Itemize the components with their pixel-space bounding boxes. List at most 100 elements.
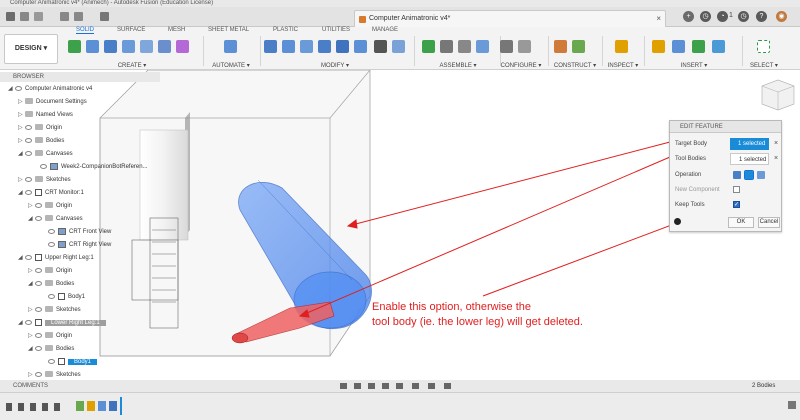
new-component-checkbox[interactable]: [733, 186, 740, 193]
eye-icon[interactable]: [15, 85, 22, 91]
eye-icon[interactable]: [35, 332, 42, 338]
tree-item-origin[interactable]: ▷ Origin: [18, 122, 62, 134]
tree-item-crt-right-view[interactable]: CRT Right View: [48, 239, 111, 251]
ok-button[interactable]: OK: [728, 217, 754, 228]
tab-utilities[interactable]: UTILITIES: [322, 27, 350, 33]
insert-plus-icon[interactable]: [692, 40, 705, 53]
eye-icon[interactable]: [35, 267, 42, 273]
shell-icon[interactable]: [318, 40, 331, 53]
eye-icon[interactable]: [25, 176, 32, 182]
eye-icon[interactable]: [48, 293, 55, 299]
tab-sheet-metal[interactable]: SHEET METAL: [208, 27, 249, 33]
midplane-icon[interactable]: [572, 40, 585, 53]
timeline-feature-icon[interactable]: [109, 401, 117, 411]
join-icon[interactable]: [733, 171, 741, 179]
eye-icon[interactable]: [25, 189, 32, 195]
tree-item-sketches[interactable]: ▷ Sketches: [18, 174, 71, 186]
timeline-back-icon[interactable]: [18, 403, 24, 411]
undo-icon[interactable]: [60, 12, 69, 21]
automate-group-label[interactable]: AUTOMATE ▾: [205, 62, 257, 69]
insert-canvas-icon[interactable]: [712, 40, 725, 53]
clear-tool-icon[interactable]: ×: [774, 153, 778, 165]
grid-settings-icon[interactable]: [428, 383, 435, 389]
workspace-switcher-button[interactable]: DESIGN ▾: [4, 34, 58, 64]
configure-table-icon[interactable]: [500, 40, 513, 53]
dialog-title[interactable]: EDIT FEATURE: [670, 121, 781, 133]
timeline-play-icon[interactable]: [30, 403, 36, 411]
tree-item-upper-body1[interactable]: Body1: [48, 291, 85, 303]
create-sketch-icon[interactable]: [86, 40, 99, 53]
configure-rule-icon[interactable]: [518, 40, 531, 53]
eye-icon[interactable]: [25, 124, 32, 130]
add-tab-icon[interactable]: +: [683, 11, 694, 22]
tab-manage[interactable]: MANAGE: [372, 27, 398, 33]
fit-icon[interactable]: [396, 383, 403, 389]
new-component-assemble-icon[interactable]: [422, 40, 435, 53]
view-cube[interactable]: [761, 79, 795, 111]
assemble-group-label[interactable]: ASSEMBLE ▾: [418, 62, 498, 69]
cancel-button[interactable]: Cancel: [758, 217, 780, 228]
tree-item-canvas-reference[interactable]: Week2-CompanionBotReferen...: [40, 161, 148, 173]
offset-plane-icon[interactable]: [554, 40, 567, 53]
browser-header[interactable]: BROWSER: [0, 72, 160, 82]
pan-icon[interactable]: [368, 383, 375, 389]
intersect-icon[interactable]: [757, 171, 765, 179]
construct-group-label[interactable]: CONSTRUCT ▾: [550, 62, 600, 69]
tree-item-crt-origin[interactable]: ▷ Origin: [28, 200, 72, 212]
clock-icon[interactable]: ◷: [700, 11, 711, 22]
joint-origin-icon[interactable]: [476, 40, 489, 53]
info-icon[interactable]: [674, 218, 681, 225]
look-at-icon[interactable]: [354, 383, 361, 389]
timeline-start-icon[interactable]: [6, 403, 12, 411]
tree-item-document-settings[interactable]: ▷ Document Settings: [18, 96, 87, 108]
chamfer-icon[interactable]: [300, 40, 313, 53]
orbit-icon[interactable]: [340, 383, 347, 389]
select-icon[interactable]: [757, 40, 770, 53]
notification-icon[interactable]: ◔: [717, 11, 728, 22]
eye-icon[interactable]: [35, 306, 42, 312]
file-icon[interactable]: [20, 12, 29, 21]
tool-bodies-selector[interactable]: 1 selected: [730, 153, 769, 165]
tree-item-lower-right-leg[interactable]: ◢ Lower Right Leg:1: [18, 317, 106, 329]
eye-icon[interactable]: [35, 215, 42, 221]
configure-group-label[interactable]: CONFIGURE ▾: [496, 62, 546, 69]
eye-icon[interactable]: [25, 319, 32, 325]
target-body-selector[interactable]: 1 selected: [730, 138, 769, 150]
eye-icon[interactable]: [48, 228, 55, 234]
tree-item-lower-bodies[interactable]: ◢ Bodies: [28, 343, 74, 355]
redo-icon[interactable]: [74, 12, 83, 21]
tab-solid[interactable]: SOLID: [76, 27, 95, 34]
clear-target-icon[interactable]: ×: [774, 138, 778, 150]
save-icon[interactable]: [34, 12, 43, 21]
automate-icon[interactable]: [224, 40, 237, 53]
scale-icon[interactable]: [354, 40, 367, 53]
timeline-end-icon[interactable]: [54, 403, 60, 411]
tree-item-lower-body1[interactable]: Body1: [48, 356, 98, 368]
create-group-label[interactable]: CREATE ▾: [66, 62, 198, 69]
form-icon[interactable]: [176, 40, 189, 53]
tree-item-root[interactable]: ◢ Computer Animatronic v4: [8, 83, 92, 95]
tree-item-named-views[interactable]: ▷ Named Views: [18, 109, 73, 121]
modify-group-label[interactable]: MODIFY ▾: [262, 62, 408, 69]
fillet-icon[interactable]: [282, 40, 295, 53]
insert-derive-icon[interactable]: [652, 40, 665, 53]
eye-icon[interactable]: [25, 254, 32, 260]
avatar[interactable]: ◉: [776, 11, 787, 22]
tree-item-crt-front-view[interactable]: CRT Front View: [48, 226, 111, 238]
home-icon[interactable]: [100, 12, 109, 21]
help-icon[interactable]: ?: [756, 11, 767, 22]
as-built-joint-icon[interactable]: [458, 40, 471, 53]
inspect-group-label[interactable]: INSPECT ▾: [604, 62, 642, 69]
press-pull-icon[interactable]: [264, 40, 277, 53]
keep-tools-checkbox[interactable]: ✓: [733, 201, 740, 208]
tree-item-upper-right-leg[interactable]: ◢ Upper Right Leg:1: [18, 252, 94, 264]
grid-icon[interactable]: [6, 12, 15, 21]
eye-icon[interactable]: [25, 137, 32, 143]
timeline-forward-icon[interactable]: [42, 403, 48, 411]
hole-icon[interactable]: [140, 40, 153, 53]
joint-icon[interactable]: [440, 40, 453, 53]
tree-item-crt-monitor[interactable]: ◢ CRT Monitor:1: [18, 187, 84, 199]
viewports-icon[interactable]: [444, 383, 451, 389]
move-icon[interactable]: [374, 40, 387, 53]
extrude-icon[interactable]: [104, 40, 117, 53]
